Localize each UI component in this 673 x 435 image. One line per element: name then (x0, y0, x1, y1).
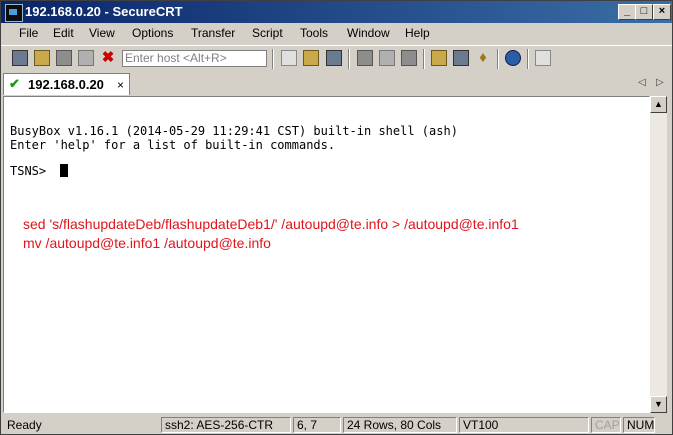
close-button[interactable]: × (653, 4, 671, 20)
scroll-down-icon[interactable]: ▼ (650, 396, 667, 413)
window-title: 192.168.0.20 - SecureCRT (25, 4, 183, 19)
toolbar-separator (423, 49, 425, 69)
title-bar[interactable]: 192.168.0.20 - SecureCRT _ □ × (1, 1, 672, 23)
connect-icon[interactable] (12, 50, 28, 66)
toolbar-separator (272, 49, 274, 69)
toolbar-separator (348, 49, 350, 69)
tab-label: 192.168.0.20 (28, 77, 104, 92)
global-options-icon[interactable] (453, 50, 469, 66)
app-icon[interactable] (5, 4, 23, 22)
terminal-area[interactable]: BusyBox v1.16.1 (2014-05-29 11:29:41 CST… (3, 96, 650, 413)
securecrt-window: 192.168.0.20 - SecureCRT _ □ × File Edit… (0, 0, 673, 435)
menu-file[interactable]: File (19, 26, 38, 40)
status-cipher: ssh2: AES-256-CTR (161, 417, 291, 433)
print-icon[interactable] (379, 50, 395, 66)
scroll-up-icon[interactable]: ▲ (650, 96, 667, 113)
tab-session[interactable]: ✔ 192.168.0.20 × (3, 73, 130, 95)
reconnect-icon[interactable] (78, 50, 94, 66)
session-tab-strip: ✔ 192.168.0.20 × ◁ ▷ (1, 73, 672, 95)
terminal-line: Enter 'help' for a list of built-in comm… (10, 138, 336, 152)
maximize-button[interactable]: □ (635, 4, 653, 20)
minimize-button[interactable]: _ (618, 4, 636, 20)
menu-help[interactable]: Help (405, 26, 430, 40)
tab-scroll-left-icon[interactable]: ◁ (638, 77, 646, 88)
menu-view[interactable]: View (89, 26, 115, 40)
enter-host-input[interactable]: Enter host <Alt+R> (122, 50, 267, 67)
keymap-icon[interactable]: ♦ (475, 50, 491, 66)
print-setup-icon[interactable] (357, 50, 373, 66)
menu-window[interactable]: Window (347, 26, 390, 40)
annotation-line: mv /autoupd@te.info1 /autoupd@te.info (23, 235, 271, 251)
status-caps-lock: CAP (591, 417, 621, 433)
terminal-prompt: TSNS> (10, 164, 54, 178)
quick-connect-icon[interactable] (34, 50, 50, 66)
status-cursor-position: 6, 7 (293, 417, 341, 433)
copy-icon[interactable] (281, 50, 297, 66)
terminal-cursor (60, 164, 68, 177)
connect-tab-icon[interactable] (56, 50, 72, 66)
menu-tools[interactable]: Tools (300, 26, 328, 40)
tab-scroll-right-icon[interactable]: ▷ (656, 77, 664, 88)
help-icon[interactable] (505, 50, 521, 66)
status-num-lock: NUM (623, 417, 655, 433)
connected-check-icon: ✔ (9, 76, 20, 91)
menu-bar: File Edit View Options Transfer Script T… (1, 23, 672, 43)
menu-transfer[interactable]: Transfer (191, 26, 235, 40)
status-emulation: VT100 (459, 417, 589, 433)
status-bar: Ready ssh2: AES-256-CTR 6, 7 24 Rows, 80… (1, 416, 672, 434)
annotation-line: sed 's/flashupdateDeb/flashupdateDeb1/' … (23, 216, 519, 232)
status-terminal-size: 24 Rows, 80 Cols (343, 417, 457, 433)
disconnect-icon[interactable]: ✖ (100, 50, 116, 66)
menu-edit[interactable]: Edit (53, 26, 74, 40)
session-options-icon[interactable] (431, 50, 447, 66)
menu-options[interactable]: Options (132, 26, 173, 40)
menu-script[interactable]: Script (252, 26, 283, 40)
toolbar-separator (527, 49, 529, 69)
paste-icon[interactable] (303, 50, 319, 66)
status-ready: Ready (7, 418, 42, 432)
find-icon[interactable] (326, 50, 342, 66)
tab-close-icon[interactable]: × (117, 78, 124, 92)
vertical-scrollbar[interactable]: ▲ ▼ (650, 96, 667, 413)
toolbar-separator (497, 49, 499, 69)
terminal-line: BusyBox v1.16.1 (2014-05-29 11:29:41 CST… (10, 124, 458, 138)
toolbar: ✖ Enter host <Alt+R> ♦ (1, 45, 672, 72)
sftp-icon[interactable] (401, 50, 417, 66)
log-icon[interactable] (535, 50, 551, 66)
